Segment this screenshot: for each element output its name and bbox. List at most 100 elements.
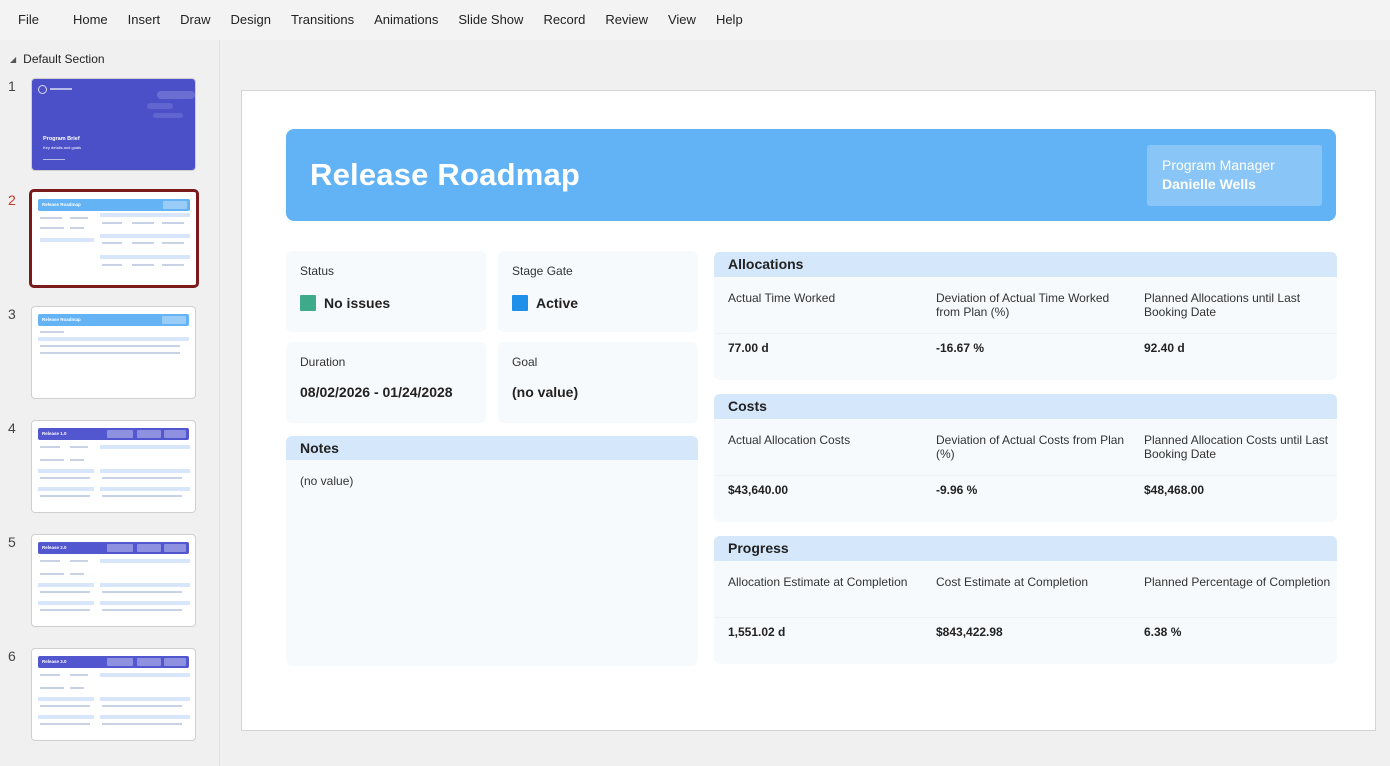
slide-thumbnail-5[interactable]: Release 2.0 [31,534,196,627]
metric-label: Allocation Estimate at Completion [728,575,908,589]
metric-value: 92.40 d [1144,341,1185,355]
thumb-bar [40,238,94,242]
thumb-subtitle: Key details and goals [43,145,82,150]
thumb-line [40,573,64,575]
metric-cell: Actual Allocation Costs $43,640.00 [714,419,922,522]
notes-panel[interactable]: Notes (no value) [286,436,698,666]
stage-gate-card[interactable]: Stage Gate Active [498,251,698,332]
thumb-line [40,459,64,461]
thumb-line [40,560,60,562]
metric-label: Actual Time Worked [728,291,836,305]
thumb-pill [137,658,161,666]
menu-insert[interactable]: Insert [118,0,171,40]
thumb-pill [164,430,186,438]
slide-thumbnail-4[interactable]: Release 1.0 [31,420,196,513]
thumb-bar [100,583,190,587]
slide-thumbnail-row: 6 Release 3.0 [0,648,220,744]
progress-panel[interactable]: Progress Allocation Estimate at Completi… [714,536,1337,664]
thumb-line [70,459,84,461]
slide-number: 3 [8,306,16,322]
thumb-bar [38,715,94,719]
menu-record[interactable]: Record [533,0,595,40]
thumb-line [162,264,184,266]
metric-divider [1130,475,1337,476]
title-banner[interactable]: Release Roadmap Program Manager Danielle… [286,129,1336,221]
menu-bar: File Home Insert Draw Design Transitions… [0,0,1390,40]
slide-thumbnail-row: 1 Program Brief Key details and goals [0,78,220,174]
collapse-triangle-icon[interactable]: ◢ [10,55,16,64]
thumb-line [102,477,182,479]
slide-thumbnail-6[interactable]: Release 3.0 [31,648,196,741]
thumb-title: Release 1.0 [42,431,67,436]
thumb-line [162,242,184,244]
menu-transitions[interactable]: Transitions [281,0,364,40]
slide-thumbnail-row: 3 Release Roadmap [0,306,220,402]
metric-value: -9.96 % [936,483,978,497]
menu-animations[interactable]: Animations [364,0,448,40]
menu-file[interactable]: File [8,0,49,40]
metric-divider [922,475,1130,476]
metric-cell: Planned Percentage of Completion 6.38 % [1130,561,1337,664]
thumb-pill [164,658,186,666]
metric-value: 6.38 % [1144,625,1182,639]
goal-label: Goal [512,355,538,369]
menu-design[interactable]: Design [221,0,281,40]
thumb-line [70,674,88,676]
thumb-pill [107,544,133,552]
metric-label: Planned Percentage of Completion [1144,575,1331,589]
decor-shape [147,103,173,109]
status-card[interactable]: Status No issues [286,251,486,332]
metric-label: Deviation of Actual Time Worked from Pla… [936,291,1110,319]
goal-card[interactable]: Goal (no value) [498,342,698,423]
menu-home[interactable]: Home [63,0,118,40]
slide-thumbnail-2[interactable]: Release Roadmap [29,189,199,288]
thumb-line [40,591,90,593]
thumb-line [40,217,62,219]
thumb-banner: Release Roadmap [38,314,189,326]
status-label: Status [300,264,335,278]
thumb-title: Release Roadmap [42,202,81,207]
thumb-line [70,687,84,689]
thumb-line [40,352,180,354]
thumb-pill [107,430,133,438]
duration-value: 08/02/2026 - 01/24/2028 [300,384,453,400]
costs-panel[interactable]: Costs Actual Allocation Costs $43,640.00… [714,394,1337,522]
menu-review[interactable]: Review [595,0,658,40]
metric-value: 1,551.02 d [728,625,786,639]
allocations-panel[interactable]: Allocations Actual Time Worked 77.00 d D… [714,252,1337,380]
thumb-bar [38,697,94,701]
metric-divider [922,333,1130,334]
menu-view[interactable]: View [658,0,706,40]
section-title: Default Section [23,52,105,66]
thumb-line [70,560,88,562]
thumb-bar [100,469,190,473]
slide-thumbnail-panel: ◢ Default Section 1 Program Brief Key de… [0,40,220,766]
thumb-bar [100,673,190,677]
section-header[interactable]: ◢ Default Section [10,52,105,66]
thumb-bar [100,715,190,719]
menu-slide-show[interactable]: Slide Show [448,0,533,40]
decor-shape [157,91,195,99]
slide-thumbnail-row: 4 Release 1.0 [0,420,220,516]
duration-card[interactable]: Duration 08/02/2026 - 01/24/2028 [286,342,486,423]
thumb-bar [38,469,94,473]
program-manager-name: Danielle Wells [1162,176,1256,192]
metric-cell: Deviation of Actual Time Worked from Pla… [922,277,1130,380]
thumb-line [40,687,64,689]
menu-help[interactable]: Help [706,0,753,40]
metric-value: 77.00 d [728,341,769,355]
slide-thumbnail-1[interactable]: Program Brief Key details and goals [31,78,196,171]
slide-title[interactable]: Release Roadmap [310,157,580,193]
menu-draw[interactable]: Draw [170,0,220,40]
slide-thumbnail-3[interactable]: Release Roadmap [31,306,196,399]
slide-thumbnail-row: 2 Release Roadmap [0,189,220,288]
program-manager-box[interactable]: Program Manager Danielle Wells [1147,145,1322,206]
slide-number: 1 [8,78,16,94]
thumb-bar [100,445,190,449]
notes-header: Notes [286,436,698,460]
metric-divider [714,333,922,334]
slide-canvas[interactable]: Release Roadmap Program Manager Danielle… [241,90,1376,731]
thumb-line [102,723,182,725]
metric-divider [922,617,1130,618]
slide-number: 5 [8,534,16,550]
